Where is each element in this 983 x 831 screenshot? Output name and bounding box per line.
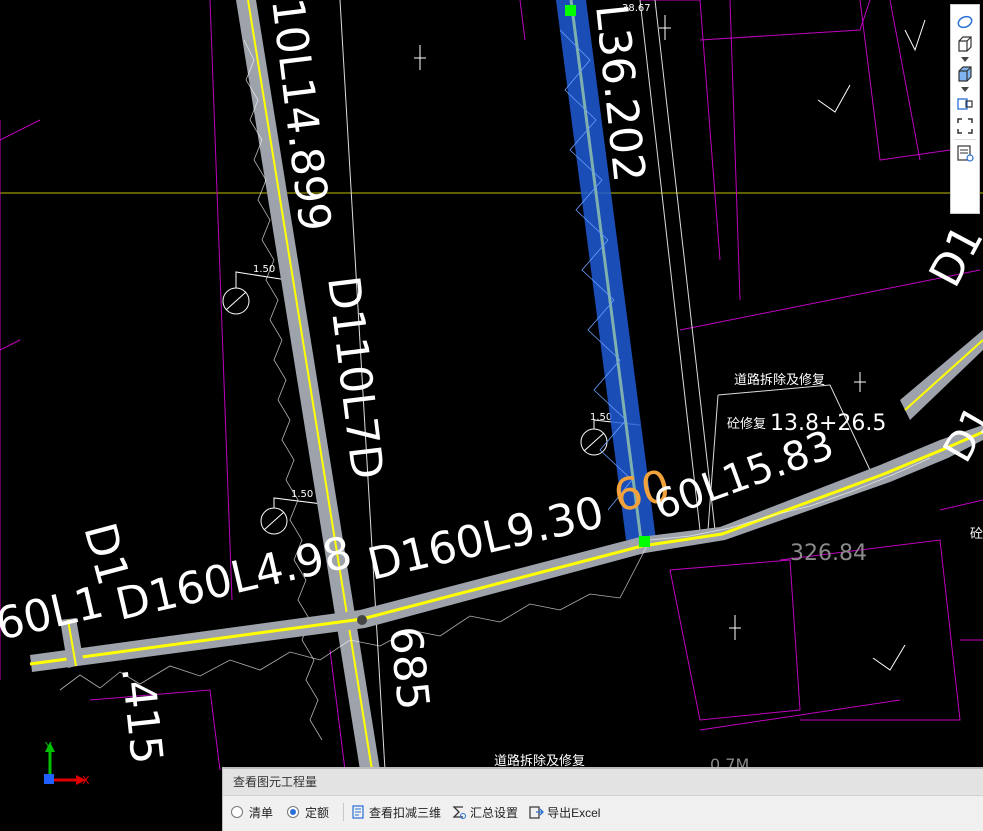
section-icon[interactable] — [953, 93, 977, 115]
radio-list-button[interactable] — [231, 806, 243, 818]
pipe-label: D160L9.30 — [363, 487, 609, 591]
cube-icon — [350, 804, 366, 820]
fullscreen-icon[interactable] — [953, 115, 977, 137]
radio-quota[interactable]: 定额 — [287, 804, 329, 821]
export-excel-button[interactable]: 导出Excel — [528, 804, 600, 821]
pipe-node-handle[interactable] — [565, 5, 576, 16]
chevron-down-icon[interactable] — [953, 85, 977, 93]
pipe-node-handle[interactable] — [639, 536, 650, 547]
calc-dimension: 13.8+26.5 — [770, 411, 886, 436]
radio-list-label: 清单 — [249, 805, 274, 820]
slope-label: 1.50 — [590, 412, 612, 423]
pipe-label: .415 — [111, 664, 172, 767]
chevron-down-icon[interactable] — [953, 55, 977, 63]
layer-list-icon[interactable] — [953, 142, 977, 164]
quantity-panel: 查看图元工程量 清单 定额 查看扣减三维 汇总设置 导出Excel — [222, 767, 983, 831]
pipe-label: 685 — [379, 624, 438, 713]
box-view-icon[interactable] — [953, 33, 977, 55]
axis-y-label: Y — [44, 740, 52, 753]
radio-quota-button[interactable] — [287, 806, 300, 818]
summary-settings-button[interactable]: 汇总设置 — [451, 804, 518, 821]
toolbar-divider — [343, 803, 345, 821]
axis-x-label: X — [82, 774, 90, 787]
pipe-joint[interactable] — [357, 615, 367, 625]
tree-symbol — [817, 19, 926, 671]
export-excel-label: 导出Excel — [547, 805, 601, 820]
cad-drawing-canvas[interactable]: 1.50 1.50 1.50 38.67 10L14.899 D110L7D L… — [0, 0, 983, 831]
concrete-note: 砼 — [970, 527, 983, 542]
view-deduction-3d-label: 查看扣减三维 — [369, 805, 442, 820]
pipe-label: D1 — [920, 217, 983, 296]
concrete-repair-note: 砼修复 — [727, 417, 766, 432]
ucs-axis-icon: Y X — [44, 740, 90, 787]
radio-list[interactable]: 清单 — [231, 804, 273, 821]
radio-quota-label: 定额 — [305, 805, 330, 820]
view-deduction-3d-button[interactable]: 查看扣减三维 — [350, 804, 441, 821]
panel-title: 查看图元工程量 — [223, 769, 983, 796]
pipe-label: D160L4.98 — [111, 527, 357, 631]
sigma-settings-icon — [451, 804, 467, 820]
panel-toolbar: 清单 定额 查看扣减三维 汇总设置 导出Excel — [223, 796, 983, 828]
view-toolbar — [950, 4, 980, 214]
toolbar-divider — [954, 139, 976, 140]
road-repair-note: 道路拆除及修复 — [734, 372, 825, 388]
pipe-label: 60L15.83 — [648, 422, 840, 529]
export-icon — [528, 804, 544, 820]
solid-box-icon[interactable] — [953, 63, 977, 85]
elevation-value: 326.84 — [790, 541, 867, 566]
orbit-icon[interactable] — [953, 11, 977, 33]
summary-settings-label: 汇总设置 — [470, 805, 519, 820]
